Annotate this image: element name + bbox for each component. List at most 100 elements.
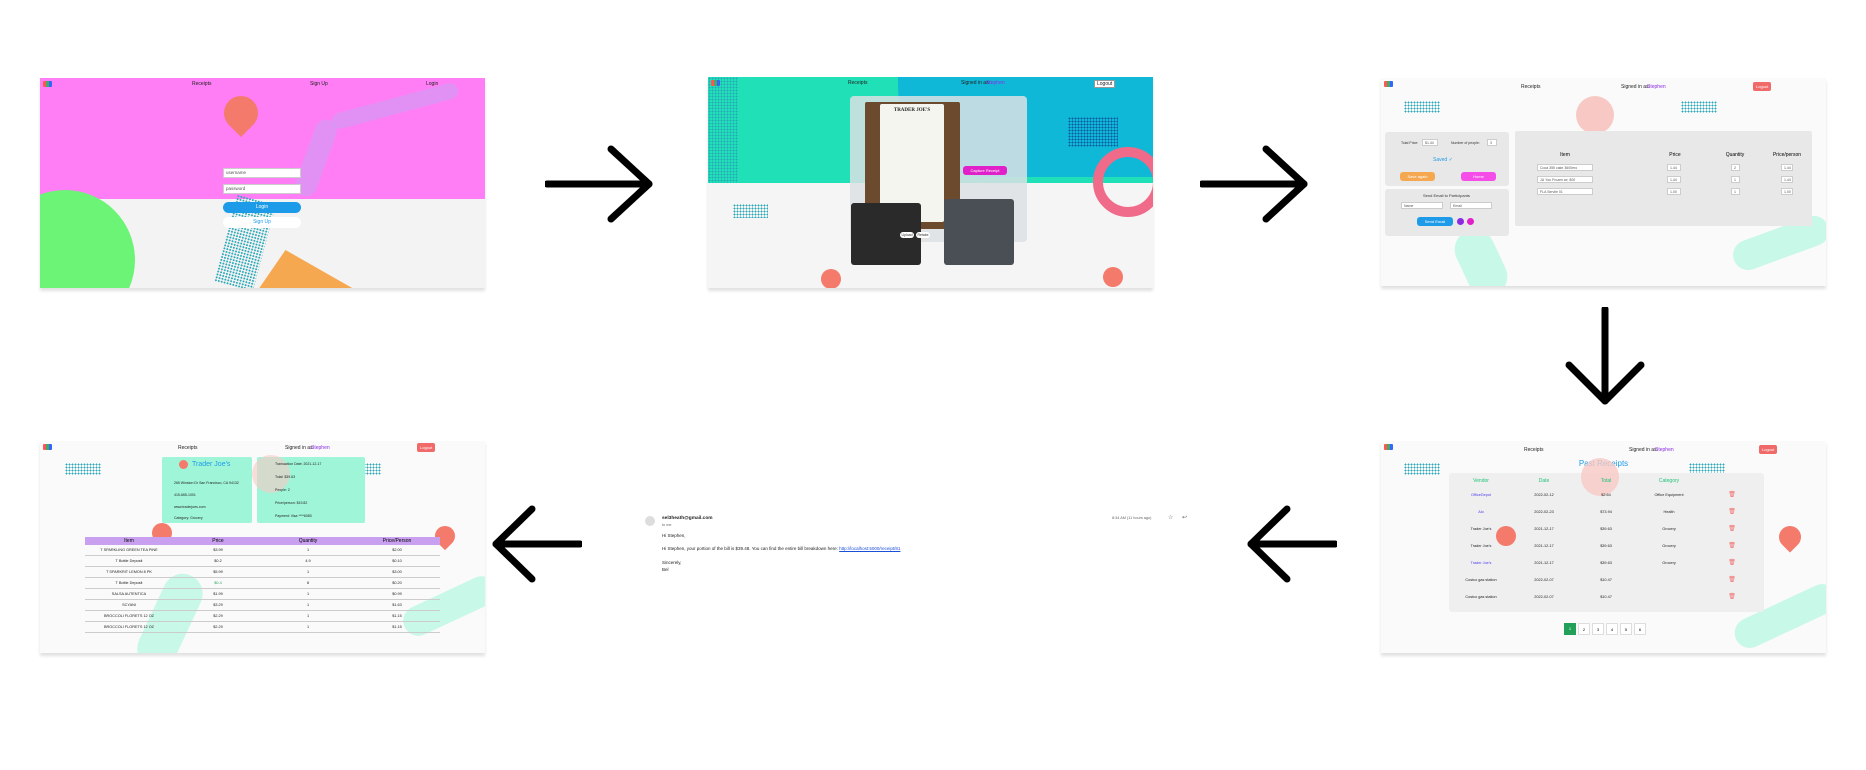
receipt-row[interactable]: Costco gas station 2022-02-07 $10.47 🗑 <box>1449 592 1764 603</box>
signup-button[interactable]: Sign Up <box>223 217 301 228</box>
login-button[interactable]: Login <box>223 202 301 213</box>
send-email-button[interactable]: Send Email <box>1417 217 1453 226</box>
item-name: BROCCOLI FLORETS 12 OZ <box>103 614 155 618</box>
arrow-right-icon <box>1200 145 1308 223</box>
item-qty-input[interactable]: 1 <box>1731 176 1740 183</box>
remove-participant-icon[interactable] <box>1467 218 1474 225</box>
nav-receipts[interactable]: Receipts <box>848 80 867 86</box>
send-email-heading: Send Email to Participants <box>1423 193 1470 198</box>
signed-in-user[interactable]: Stephen <box>1647 84 1666 90</box>
item-price-input[interactable]: 1.44 <box>1667 176 1681 183</box>
username-input[interactable]: username <box>223 168 301 178</box>
signed-in-user[interactable]: Stephen <box>311 445 330 451</box>
receipt-date: 2021-12-17 <box>1534 527 1554 531</box>
transaction-total: Total: $39.63 <box>275 475 296 479</box>
page-button[interactable]: 4 <box>1606 623 1618 635</box>
add-participant-icon[interactable] <box>1457 218 1464 225</box>
photo-thumbnail[interactable] <box>944 199 1014 265</box>
signed-in-user[interactable]: Stephen <box>1655 447 1674 453</box>
people-input[interactable]: 3 <box>1487 139 1497 146</box>
page-button[interactable]: 6 <box>1634 623 1646 635</box>
receipt-link[interactable]: http://localhost:5000/receipt/81 <box>839 546 900 551</box>
split-item-row: JU You Frozen wr, 800 1.44 1 1.44 <box>1515 176 1812 184</box>
star-icon[interactable]: ☆ <box>1168 514 1173 521</box>
receipt-category: Grocery <box>1662 527 1676 531</box>
receipt-row[interactable]: Alo 2022-02-23 $73.94 Health 🗑 <box>1449 507 1764 518</box>
home-button[interactable]: Home <box>1461 172 1496 181</box>
item-price: $3.29 <box>213 603 223 607</box>
delete-icon[interactable]: 🗑 <box>1728 525 1736 532</box>
delete-icon[interactable]: 🗑 <box>1728 508 1736 515</box>
logout-link[interactable]: Logout <box>1094 80 1116 88</box>
delete-icon[interactable]: 🗑 <box>1728 593 1736 600</box>
nav-receipts[interactable]: Receipts <box>1524 447 1543 453</box>
item-per-input[interactable]: 1.44 <box>1781 176 1793 183</box>
receipt-category: Health <box>1663 510 1675 514</box>
item-price: $5.99 <box>213 570 223 574</box>
receipt-row[interactable]: Trader Joe's 2021-12-17 $39.63 Grocery 🗑 <box>1449 558 1764 569</box>
nav-signup[interactable]: Sign Up <box>310 81 328 87</box>
delete-icon[interactable]: 🗑 <box>1728 559 1736 566</box>
transaction-people: People: 2 <box>275 488 290 492</box>
receipt-vendor[interactable]: Trader Joe's <box>1471 527 1492 531</box>
receipt-row[interactable]: OfficeDepot 2022-02-12 $2.64 Office Equi… <box>1449 490 1764 501</box>
retake-option[interactable]: Retake <box>916 232 930 238</box>
item-qty-input[interactable]: 1 <box>1731 188 1740 195</box>
item-name: T SPARKLING GREEN TEA PINE <box>100 548 158 552</box>
delete-icon[interactable]: 🗑 <box>1728 542 1736 549</box>
receipt-vendor[interactable]: OfficeDepot <box>1471 493 1491 497</box>
item-qty-input[interactable]: 2 <box>1731 164 1740 171</box>
item-price-input[interactable]: 1.44 <box>1667 164 1681 171</box>
email-recipient[interactable]: to me <box>662 523 672 527</box>
nav-receipts[interactable]: Receipts <box>178 445 197 451</box>
col-price: Price <box>1669 152 1681 158</box>
capture-receipt-button[interactable]: Capture Receipt <box>963 166 1007 175</box>
name-input[interactable]: Name <box>1401 202 1443 209</box>
logout-button[interactable]: Logout <box>417 443 436 452</box>
item-row: SALSA AUTENTICA $1.99 1 $0.99 <box>85 589 440 600</box>
receipt-vendor[interactable]: Trader Joe's <box>1471 561 1492 565</box>
logout-button[interactable]: Logout <box>1753 82 1772 91</box>
dots-decoration <box>708 77 738 183</box>
item-per-input[interactable]: 1.00 <box>1781 188 1793 195</box>
save-again-button[interactable]: Save again <box>1400 172 1435 181</box>
receipt-vendor[interactable]: Costco gas station <box>1465 578 1496 582</box>
item-per-input[interactable]: 1.44 <box>1781 164 1793 171</box>
flow-canvas: Receipts Sign Up Login username password… <box>0 0 1866 770</box>
reply-icon[interactable]: ↩ <box>1182 514 1187 521</box>
receipt-vendor[interactable]: Alo <box>1478 510 1484 514</box>
page-button-active[interactable]: 1 <box>1564 623 1576 635</box>
item-name-input[interactable]: JU You Frozen wr, 800 <box>1537 176 1593 183</box>
page-button[interactable]: 3 <box>1592 623 1604 635</box>
item-price: $0.2 <box>214 559 222 563</box>
email-input[interactable]: Email <box>1450 202 1492 209</box>
item-row: BROCCOLI FLORETS 12 OZ $2.29 1 $1.15 <box>85 622 440 633</box>
receipt-total: $73.94 <box>1600 510 1612 514</box>
page-button[interactable]: 2 <box>1578 623 1590 635</box>
receipt-vendor[interactable]: Trader Joe's <box>1471 544 1492 548</box>
signed-in-user[interactable]: Stephen <box>986 80 1005 86</box>
page-button[interactable]: 5 <box>1620 623 1632 635</box>
delete-icon[interactable]: 🗑 <box>1728 576 1736 583</box>
receipt-row[interactable]: Costco gas station 2022-02-07 $10.47 🗑 <box>1449 575 1764 586</box>
nav-receipts[interactable]: Receipts <box>192 81 211 87</box>
people-label: Number of people: <box>1451 141 1480 145</box>
receipt-vendor[interactable]: Costco gas station <box>1465 595 1496 599</box>
pagination: 1 2 3 4 5 6 <box>1564 623 1646 635</box>
items-card: Item Price Quantity Price/person Coca 35… <box>1515 131 1812 226</box>
item-price-input[interactable]: 1.00 <box>1667 188 1681 195</box>
item-name-input[interactable]: FLA Servile 01 <box>1537 188 1593 195</box>
past-receipts-screen: Receipts Signed in as: Stephen Logout Pa… <box>1381 441 1826 653</box>
nav-receipts[interactable]: Receipts <box>1521 84 1540 90</box>
logout-button[interactable]: Logout <box>1759 445 1778 454</box>
nav-login[interactable]: Login <box>426 81 438 87</box>
upload-option[interactable]: Upload <box>900 232 914 238</box>
receipt-row[interactable]: Trader Joe's 2021-12-17 $39.63 Grocery 🗑 <box>1449 541 1764 552</box>
password-input[interactable]: password <box>223 184 301 194</box>
transaction-card: Transaction Date: 2021-12-17 Total: $39.… <box>252 455 365 523</box>
item-name-input[interactable]: Coca 355 cake 3600ero <box>1537 164 1593 171</box>
receipt-date: 2021-12-17 <box>1534 561 1554 565</box>
item-per: $3.00 <box>392 570 402 574</box>
total-value[interactable]: $1.44 <box>1422 139 1438 146</box>
delete-icon[interactable]: 🗑 <box>1728 491 1736 498</box>
